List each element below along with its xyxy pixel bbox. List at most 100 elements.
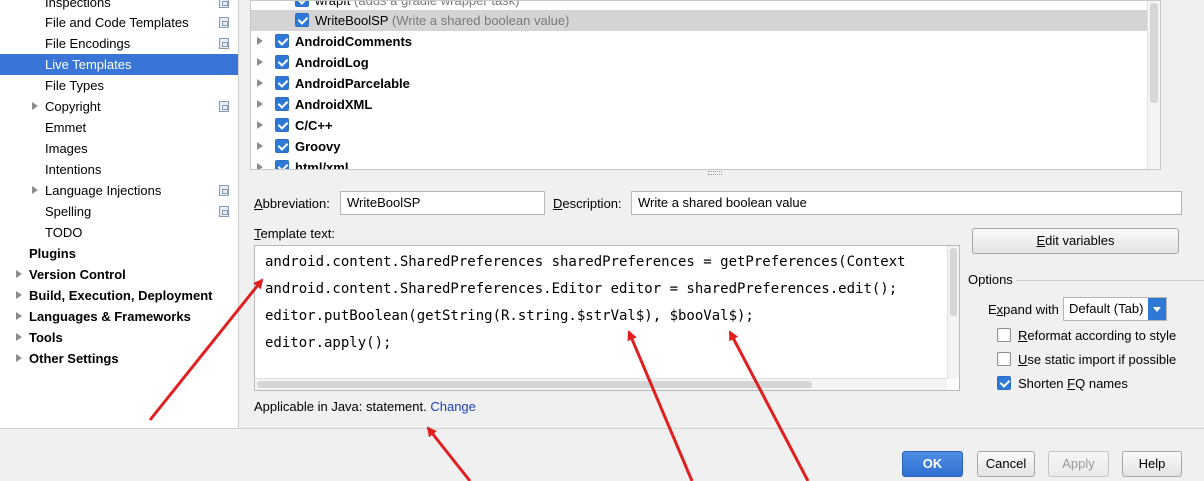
- abbreviation-input[interactable]: WriteBoolSP: [340, 191, 545, 215]
- applicable-text: Applicable in Java: statement.: [254, 399, 427, 414]
- static-import-checkbox[interactable]: [997, 352, 1011, 366]
- project-scope-icon: [219, 0, 229, 8]
- shorten-fq-names-checkbox[interactable]: [997, 376, 1011, 390]
- help-button[interactable]: Help: [1122, 451, 1182, 477]
- expand-with-label: Expand with: [988, 302, 1059, 317]
- template-row-writeboolsp[interactable]: WriteBoolSP (Write a shared boolean valu…: [251, 10, 1148, 31]
- sidebar-item-label: Intentions: [45, 162, 102, 177]
- expand-triangle-icon[interactable]: [16, 333, 22, 341]
- splitter-handle[interactable]: [708, 171, 722, 175]
- tree-vertical-scrollbar[interactable]: [1147, 1, 1160, 169]
- ok-button[interactable]: OK: [902, 451, 963, 477]
- code-line: android.content.SharedPreferences shared…: [265, 254, 906, 270]
- group-checkbox[interactable]: [275, 97, 289, 111]
- sidebar-item-label: Copyright: [45, 99, 101, 114]
- expand-triangle-icon[interactable]: [257, 100, 263, 108]
- sidebar-item-language-injections[interactable]: Language Injections: [0, 180, 238, 201]
- sidebar-item-label: Build, Execution, Deployment: [29, 288, 213, 303]
- group-checkbox[interactable]: [275, 139, 289, 153]
- sidebar-item-label: Tools: [29, 330, 63, 345]
- sidebar-item-build-execution-deployment[interactable]: Build, Execution, Deployment: [0, 285, 238, 306]
- sidebar-item-file-and-code-templates[interactable]: File and Code Templates: [0, 12, 238, 33]
- expand-triangle-icon[interactable]: [32, 102, 38, 110]
- scrollbar-thumb[interactable]: [1150, 3, 1158, 103]
- template-group-row[interactable]: html/xml: [251, 157, 1148, 169]
- code-line: editor.apply();: [265, 335, 392, 351]
- expand-with-value: Default (Tab): [1069, 301, 1144, 316]
- expand-triangle-icon[interactable]: [16, 291, 22, 299]
- scrollbar-thumb[interactable]: [257, 381, 812, 388]
- expand-triangle-icon[interactable]: [257, 58, 263, 66]
- reformat-checkbox[interactable]: [997, 328, 1011, 342]
- expand-triangle-icon[interactable]: [257, 37, 263, 45]
- expand-triangle-icon[interactable]: [257, 163, 263, 169]
- expand-with-select[interactable]: Default (Tab): [1063, 297, 1167, 321]
- sidebar-item-file-encodings[interactable]: File Encodings: [0, 33, 238, 54]
- expand-triangle-icon[interactable]: [16, 270, 22, 278]
- sidebar-item-intentions[interactable]: Intentions: [0, 159, 238, 180]
- edit-variables-button[interactable]: Edit variables: [972, 228, 1179, 254]
- template-group-row[interactable]: AndroidParcelable: [251, 73, 1148, 94]
- sidebar-item-other-settings[interactable]: Other Settings: [0, 348, 238, 369]
- dropdown-arrow-icon[interactable]: [1148, 298, 1166, 320]
- change-context-link[interactable]: Change: [430, 399, 476, 414]
- template-group-row[interactable]: AndroidLog: [251, 52, 1148, 73]
- template-group-row[interactable]: AndroidXML: [251, 94, 1148, 115]
- expand-triangle-icon[interactable]: [257, 121, 263, 129]
- sidebar-item-emmet[interactable]: Emmet: [0, 117, 238, 138]
- sidebar-item-file-types[interactable]: File Types: [0, 75, 238, 96]
- group-checkbox[interactable]: [275, 118, 289, 132]
- sidebar-item-images[interactable]: Images: [0, 138, 238, 159]
- template-name: wrapIt: [315, 0, 351, 8]
- options-divider: [1016, 280, 1204, 281]
- sidebar-item-version-control[interactable]: Version Control: [0, 264, 238, 285]
- expand-triangle-icon[interactable]: [257, 79, 263, 87]
- group-checkbox[interactable]: [275, 76, 289, 90]
- group-checkbox[interactable]: [275, 55, 289, 69]
- project-scope-icon: [219, 206, 229, 217]
- editor-horizontal-scrollbar[interactable]: [255, 378, 947, 390]
- options-title: Options: [968, 272, 1013, 287]
- sidebar-item-label: Plugins: [29, 246, 76, 261]
- apply-button[interactable]: Apply: [1048, 451, 1109, 477]
- settings-sidebar: Inspections File and Code Templates File…: [0, 0, 239, 428]
- template-group-row[interactable]: AndroidComments: [251, 31, 1148, 52]
- expand-triangle-icon[interactable]: [16, 312, 22, 320]
- sidebar-item-live-templates[interactable]: Live Templates: [0, 54, 238, 75]
- group-checkbox[interactable]: [275, 160, 289, 169]
- sidebar-item-spelling[interactable]: Spelling: [0, 201, 238, 222]
- scrollbar-thumb[interactable]: [950, 248, 957, 316]
- template-text-editor[interactable]: android.content.SharedPreferences shared…: [254, 245, 960, 391]
- description-input[interactable]: Write a shared boolean value: [631, 191, 1182, 215]
- project-scope-icon: [219, 38, 229, 49]
- template-text-label: Template text:: [254, 226, 335, 241]
- expand-triangle-icon[interactable]: [257, 142, 263, 150]
- sidebar-item-label: Live Templates: [45, 57, 132, 72]
- sidebar-item-tools[interactable]: Tools: [0, 327, 238, 348]
- expand-triangle-icon[interactable]: [16, 354, 22, 362]
- group-checkbox[interactable]: [275, 34, 289, 48]
- template-group-row[interactable]: C/C++: [251, 115, 1148, 136]
- sidebar-item-copyright[interactable]: Copyright: [0, 96, 238, 117]
- description-label: Description:: [553, 196, 622, 211]
- sidebar-item-label: File Types: [45, 78, 105, 93]
- code-line: android.content.SharedPreferences.Editor…: [265, 281, 898, 297]
- group-name: AndroidParcelable: [295, 76, 410, 91]
- sidebar-item-label: Languages & Frameworks: [29, 309, 191, 324]
- template-description: (adds a gradle wrapper task): [354, 0, 520, 8]
- sidebar-item-label: Version Control: [29, 267, 126, 282]
- template-group-row[interactable]: Groovy: [251, 136, 1148, 157]
- live-templates-tree: wrapIt (adds a gradle wrapper task) Writ…: [250, 0, 1161, 170]
- expand-triangle-icon[interactable]: [32, 186, 38, 194]
- cancel-button[interactable]: Cancel: [977, 451, 1035, 477]
- group-name: C/C++: [295, 118, 333, 133]
- sidebar-item-todo[interactable]: TODO: [0, 222, 238, 243]
- sidebar-item-languages-frameworks[interactable]: Languages & Frameworks: [0, 306, 238, 327]
- sidebar-item-plugins[interactable]: Plugins: [0, 243, 238, 264]
- project-scope-icon: [219, 101, 229, 112]
- project-scope-icon: [219, 17, 229, 28]
- template-description: (Write a shared boolean value): [391, 13, 570, 28]
- template-checkbox[interactable]: [295, 1, 309, 7]
- template-checkbox[interactable]: [295, 13, 309, 27]
- editor-vertical-scrollbar[interactable]: [947, 246, 959, 379]
